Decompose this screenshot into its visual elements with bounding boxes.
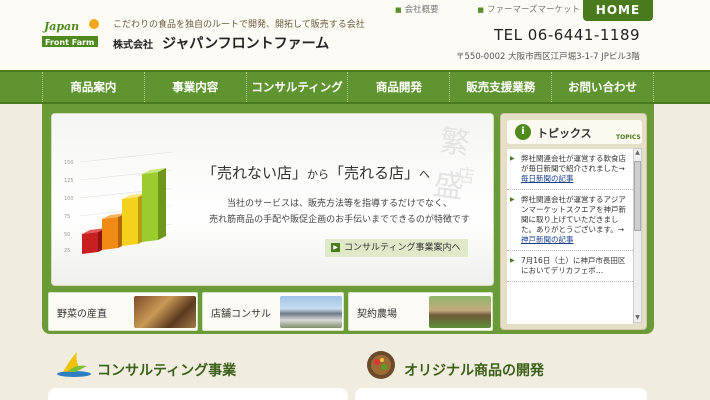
top-link-company[interactable]: ■ 会社概要 [395,5,457,15]
topic-link[interactable]: 毎日新聞の記事 [521,174,574,183]
topic-link[interactable]: 神戸新聞の記事 [521,235,574,244]
bowl-icon [367,351,395,379]
section-card-right [355,388,647,400]
nav-item-business[interactable]: 事業内容 [143,72,246,102]
chart-tick: 125 [64,178,74,184]
sub-link-contract-farm[interactable]: 契約農場 [348,292,493,331]
chart-tick: 50 [64,232,70,238]
section-title-development: オリジナル商品の開発 [404,363,544,379]
section-title-consulting: コンサルティング事業 [97,363,237,379]
main-nav: 商品案内 事業内容 コンサルティング 商品開発 販売支援業務 お問い合わせ [0,70,710,104]
top-link-market[interactable]: ■ ファーマーズマーケット [477,5,598,15]
topics-list: 弊社関連会社が運営する軟食店が毎日新聞で紹介されました→毎日新聞の記事 弊社関連… [507,149,633,324]
chart-tick: 75 [64,214,70,220]
topics-header: i トピックス TOPICS [507,120,642,144]
chart-tick: 150 [64,160,74,166]
topics-title: トピックス [537,127,592,140]
topics-scrollbar[interactable]: ▲ ▼ [633,148,642,323]
nav-item-contact[interactable]: お問い合わせ [551,72,654,102]
company-name: 株式会社 ジャパンフロントファーム [113,33,329,53]
nav-item-sales-support[interactable]: 販売支援業務 [449,72,551,102]
nav-item-development[interactable]: 商品開発 [347,72,449,102]
bar-chart-illustration: 150 125 100 75 50 25 [64,151,173,254]
hero-banner: 繁盛 店 150 125 100 75 50 25 「売れない店」から「売れる店… [51,113,494,286]
nav-item-products[interactable]: 商品案内 [42,72,144,102]
stamp-watermark-2: 店 [455,164,477,189]
sub-link-vegetables[interactable]: 野菜の産直 [48,292,198,331]
arrow-icon: ■ [477,6,484,14]
sub-link-store-consult[interactable]: 店舗コンサル [202,292,344,331]
chart-tick: 100 [64,196,74,202]
company-prefix: 株式会社 [113,40,153,51]
topics-title-en: TOPICS [616,134,641,141]
scroll-down-icon[interactable]: ▼ [634,314,641,322]
site-logo[interactable]: Japan Front Farm [42,16,104,52]
arrow-right-icon: ▶ [331,243,340,252]
scroll-up-icon[interactable]: ▲ [634,149,641,157]
site-header: Japan Front Farm こだわりの食品を独自のルートで開発、開拓して販… [0,0,710,70]
list-item: 弊社関連会社が運営するアジアンマーケットスクエアを神戸新聞に取り上げていただきま… [507,190,633,251]
hero-headline: 「売れない店」から「売れる店」へ [202,164,431,182]
hero-description: 当社のサービスは、販売方法等を指導するだけでなく、 売れ筋商品の手配や販促企画の… [209,199,470,225]
consulting-icon [57,352,91,377]
topics-panel: i トピックス TOPICS 弊社関連会社が運営する軟食店が毎日新聞で紹介されま… [500,113,647,330]
list-item: 弊社関連会社が運営する軟食店が毎日新聞で紹介されました→毎日新聞の記事 [507,149,633,190]
tagline: こだわりの食品を独自のルートで開発、開拓して販売する会社 [113,20,365,30]
svg-text:Japan: Japan [42,20,79,33]
address: 〒550-0002 大阪市西区江戸堀3-1-7 JPビル3階 [456,52,640,62]
consulting-link-button[interactable]: ▶ コンサルティング事業案内へ [325,239,468,257]
chart-tick: 25 [64,248,70,254]
company-title: ジャパンフロントファーム [162,36,330,52]
farmer-photo [429,296,491,328]
arrow-icon: ■ [395,6,402,14]
market-photo [134,296,196,328]
home-button[interactable]: HOME [583,0,653,21]
list-item: 7月16日（土）に神戸市長田区においてデリカフェボ… [507,251,633,282]
scroll-thumb[interactable] [634,161,641,231]
store-photo [280,296,342,328]
phone-number: TEL 06-6441-1189 [494,26,641,44]
section-card-left [48,388,348,400]
svg-text:Front Farm: Front Farm [45,38,94,47]
nav-item-consulting[interactable]: コンサルティング [245,72,348,102]
info-icon: i [515,124,531,140]
